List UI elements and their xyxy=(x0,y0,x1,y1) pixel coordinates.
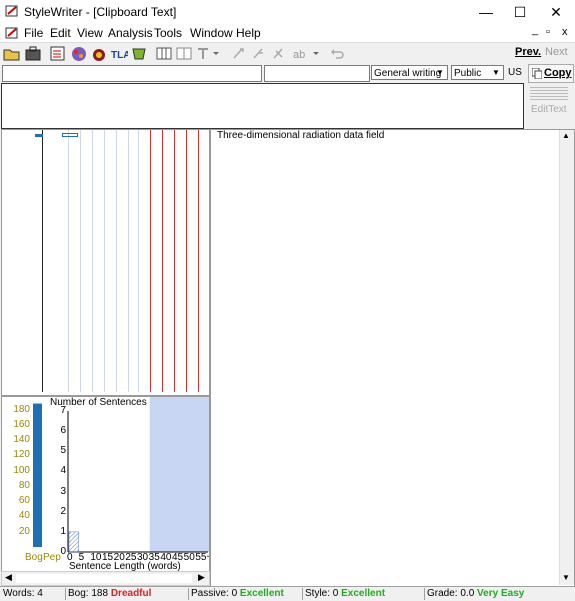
sentence-y-tick: 6 xyxy=(60,425,66,437)
menu-tools[interactable]: Tools xyxy=(154,26,182,40)
maximize-button[interactable]: ☐ xyxy=(504,0,536,24)
minimize-button[interactable]: — xyxy=(470,0,502,24)
sentence-y-tick: 5 xyxy=(60,445,66,457)
document-pane[interactable]: Three-dimensional radiation data field ▲… xyxy=(210,129,575,587)
toolbar: TLAs ab Prev. Next xyxy=(0,42,575,65)
edit-text-icon xyxy=(530,86,568,100)
app-icon xyxy=(5,4,19,18)
style-score: Style: 0 xyxy=(305,588,339,599)
sentence-bar-0 xyxy=(68,531,79,553)
passive-rating: Excellent xyxy=(239,588,284,599)
mdi-close-button[interactable]: x xyxy=(562,26,568,38)
bog-status: Bog: 188 Dreadful xyxy=(65,588,186,600)
svg-text:ab: ab xyxy=(293,49,305,61)
style-rating: Excellent xyxy=(341,588,386,599)
writing-type-value: General writing xyxy=(374,68,442,79)
bog-marker xyxy=(35,134,43,137)
checklist-icon[interactable] xyxy=(49,45,67,62)
scroll-left-icon[interactable]: ◀ xyxy=(5,572,12,583)
grade-score: Grade: 0.0 xyxy=(427,588,475,599)
vertical-scrollbar[interactable]: ▲ ▼ xyxy=(559,130,574,585)
menu-file[interactable]: File xyxy=(24,26,43,40)
charts-pane: 20 40 60 80 100 120 140 160 180 Bog Pep Number o… xyxy=(1,396,210,573)
tla-icon[interactable]: TLAs xyxy=(110,45,136,62)
tool-c-icon[interactable] xyxy=(270,45,288,62)
undo-icon[interactable] xyxy=(328,45,346,62)
chevron-down-icon: ▼ xyxy=(492,68,500,77)
sentence-y-tick: 4 xyxy=(60,465,66,477)
tool-a-icon[interactable] xyxy=(230,45,248,62)
horizontal-scrollbar[interactable]: ◀ ▶ xyxy=(1,571,210,586)
writing-type-select[interactable]: General writing ▼ xyxy=(371,65,448,80)
align-dropdown-icon[interactable] xyxy=(195,45,221,62)
locale-label: US xyxy=(508,67,522,78)
next-button[interactable]: Next xyxy=(545,46,568,58)
sentence-y-tick: 0 xyxy=(60,546,66,557)
menu-bar: File Edit View Analysis Tools Window Hel… xyxy=(0,24,575,42)
audience-select[interactable]: Public ▼ xyxy=(451,65,504,80)
sentence-y-tick: 2 xyxy=(60,505,66,517)
chevron-down-icon: ▼ xyxy=(436,68,444,77)
sentence-length-chart xyxy=(67,397,209,553)
copy-button[interactable]: Copy xyxy=(528,64,574,83)
columns-icon[interactable] xyxy=(155,45,173,62)
menu-analysis[interactable]: Analysis xyxy=(108,26,153,40)
tool-b-icon[interactable] xyxy=(250,45,268,62)
scroll-up-icon[interactable]: ▲ xyxy=(562,131,570,140)
sentence-x-tick: 55+ xyxy=(195,552,209,563)
palette-icon[interactable] xyxy=(70,45,88,62)
split-view-icon[interactable] xyxy=(175,45,193,62)
copy-icon xyxy=(532,68,542,79)
scroll-right-icon[interactable]: ▶ xyxy=(198,572,205,583)
menu-window[interactable]: Window xyxy=(190,26,233,40)
words-count: Words: 4 xyxy=(3,588,43,599)
svg-text:TLAs: TLAs xyxy=(111,50,128,61)
mdi-minimize-button[interactable]: _ xyxy=(532,24,538,36)
sentence-graph-pane xyxy=(1,129,210,396)
menu-help[interactable]: Help xyxy=(236,26,261,40)
bog-rating: Dreadful xyxy=(110,588,152,599)
copy-label: Copy xyxy=(544,67,572,79)
mdi-restore-button[interactable]: ▫ xyxy=(546,26,550,38)
scroll-down-icon[interactable]: ▼ xyxy=(562,573,570,582)
scroll-track[interactable] xyxy=(16,574,192,583)
sentence-y-tick: 1 xyxy=(60,525,66,537)
menu-edit[interactable]: Edit xyxy=(50,26,71,40)
document-text[interactable]: Three-dimensional radiation data field xyxy=(217,130,384,141)
bog-score: Bog: 188 xyxy=(68,588,109,599)
grade-status: Grade: 0.0 Very Easy xyxy=(424,588,575,600)
edit-text-button[interactable]: EditText xyxy=(531,104,567,115)
title-bar: StyleWriter - [Clipboard Text] — ☐ ✕ xyxy=(0,0,575,24)
style-status: Style: 0 Excellent xyxy=(302,588,423,600)
sentence-y-tick: 3 xyxy=(60,485,66,497)
sentence-marker xyxy=(62,133,78,137)
long-sentence-zone xyxy=(149,397,209,552)
text-field-2[interactable] xyxy=(264,65,370,82)
window-title: StyleWriter - [Clipboard Text] xyxy=(24,5,177,19)
close-button[interactable]: ✕ xyxy=(540,0,572,24)
doc-icon xyxy=(5,26,19,40)
audience-value: Public xyxy=(454,68,482,79)
prev-button[interactable]: Prev. xyxy=(515,46,541,58)
sentence-x-tick: 50 xyxy=(183,552,195,563)
grade-rating: Very Easy xyxy=(477,588,525,599)
sentence-y-tick: 7 xyxy=(60,405,66,416)
text-field-1[interactable] xyxy=(2,65,262,82)
menu-view[interactable]: View xyxy=(77,26,103,40)
status-bar: Words: 4 Bog: 188 Dreadful Passive: 0 Ex… xyxy=(0,586,575,601)
passive-status: Passive: 0 Excellent xyxy=(188,588,301,600)
bomb-icon[interactable] xyxy=(90,45,108,62)
cup-icon[interactable] xyxy=(130,45,148,62)
passive-score: Passive: 0 xyxy=(191,588,238,599)
format-dropdown-icon[interactable]: ab xyxy=(292,45,322,62)
briefcase-icon[interactable] xyxy=(24,45,42,62)
open-folder-icon[interactable] xyxy=(3,45,21,62)
suggestion-panel[interactable] xyxy=(1,83,524,129)
